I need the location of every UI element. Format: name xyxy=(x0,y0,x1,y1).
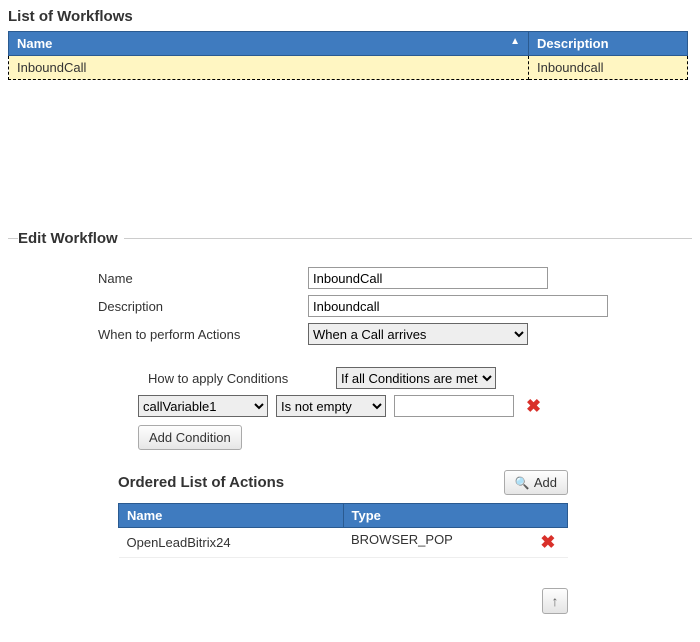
when-label: When to perform Actions xyxy=(98,327,308,342)
actions-col-name-label: Name xyxy=(127,508,162,523)
actions-block: Ordered List of Actions Add Name Type xyxy=(118,470,568,614)
col-name-label: Name xyxy=(17,36,52,51)
arrow-up-icon: ↑ xyxy=(552,593,559,609)
workflow-table: Name ▲ Description InboundCall Inboundca… xyxy=(8,31,688,80)
when-select[interactable]: When a Call arrives xyxy=(308,323,528,345)
action-type-cell: BROWSER_POP xyxy=(351,532,453,547)
col-desc-label: Description xyxy=(537,36,609,51)
actions-title: Ordered List of Actions xyxy=(118,474,284,491)
actions-col-name-header[interactable]: Name xyxy=(119,504,344,528)
edit-legend: Edit Workflow xyxy=(18,230,124,247)
list-title: List of Workflows xyxy=(8,8,692,25)
col-name-header[interactable]: Name ▲ xyxy=(9,32,529,56)
name-label: Name xyxy=(98,271,308,286)
condition-operator-select[interactable]: Is not empty xyxy=(276,395,386,417)
table-row[interactable]: InboundCall Inboundcall xyxy=(9,56,688,80)
table-row[interactable]: OpenLeadBitrix24 BROWSER_POP ✖ xyxy=(119,528,568,558)
magnifier-icon xyxy=(515,475,530,490)
col-desc-header[interactable]: Description xyxy=(529,32,688,56)
how-conditions-select[interactable]: If all Conditions are met xyxy=(336,367,496,389)
condition-value-input[interactable] xyxy=(394,395,514,417)
delete-condition-icon[interactable]: ✖ xyxy=(522,396,545,417)
add-action-button[interactable]: Add xyxy=(504,470,568,495)
cell-description: Inboundcall xyxy=(529,56,688,80)
delete-action-icon[interactable]: ✖ xyxy=(536,532,559,553)
add-condition-label: Add Condition xyxy=(149,430,231,445)
add-condition-button[interactable]: Add Condition xyxy=(138,425,242,450)
edit-workflow-panel: Edit Workflow Name Description When to p… xyxy=(8,230,692,634)
how-conditions-label: How to apply Conditions xyxy=(148,371,328,386)
actions-table: Name Type OpenLeadBitrix24 BROWSER_POP ✖ xyxy=(118,503,568,558)
conditions-panel: How to apply Conditions If all Condition… xyxy=(118,355,682,450)
add-action-label: Add xyxy=(534,475,557,490)
move-up-button[interactable]: ↑ xyxy=(542,588,568,614)
actions-col-type-header[interactable]: Type xyxy=(343,504,568,528)
cell-name: InboundCall xyxy=(9,56,529,80)
action-name-cell: OpenLeadBitrix24 xyxy=(119,528,344,558)
description-label: Description xyxy=(98,299,308,314)
name-input[interactable] xyxy=(308,267,548,289)
actions-col-type-label: Type xyxy=(352,508,381,523)
condition-variable-select[interactable]: callVariable1 xyxy=(138,395,268,417)
sort-asc-icon: ▲ xyxy=(510,36,520,47)
description-input[interactable] xyxy=(308,295,608,317)
